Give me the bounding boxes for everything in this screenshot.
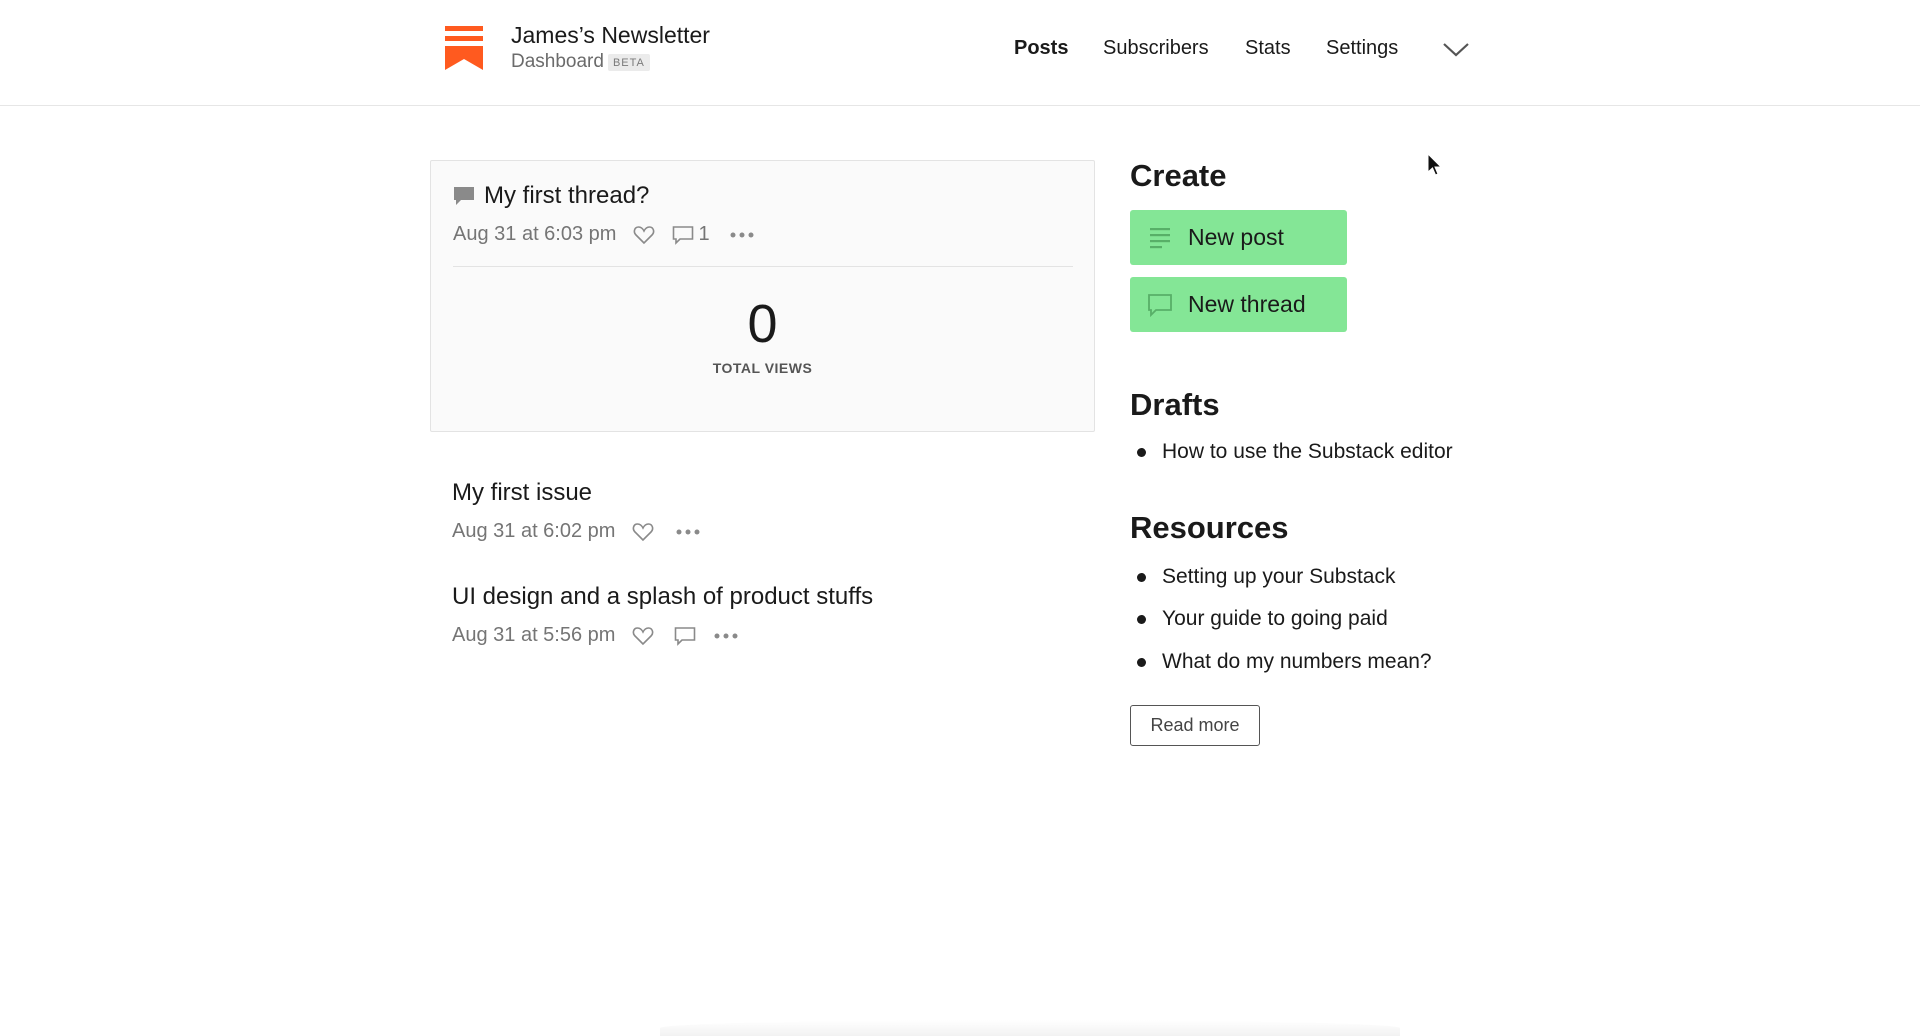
thread-bubble-icon [454,187,474,205]
comment-icon[interactable] [674,626,696,646]
heart-icon[interactable] [632,522,654,542]
bottom-shadow [660,1020,1400,1036]
bullet-icon [1137,657,1146,667]
create-heading: Create [1130,158,1227,193]
comment-count: 1 [698,223,710,245]
post-title[interactable]: My first issue [452,479,592,507]
thread-card[interactable]: My first thread? Aug 31 at 6:03 pm 1 0 T… [430,160,1095,432]
resources-heading: Resources [1130,510,1289,545]
draft-item[interactable]: How to use the Substack editor [1137,440,1453,464]
nav-subscribers[interactable]: Subscribers [1103,37,1209,60]
new-thread-label: New thread [1188,291,1306,317]
drafts-heading: Drafts [1130,387,1220,422]
mouse-cursor-icon [1427,153,1443,176]
nav-settings[interactable]: Settings [1326,37,1398,60]
card-divider [453,266,1073,267]
top-header: James’s Newsletter Dashboard BETA Posts … [0,0,1920,106]
new-post-label: New post [1188,224,1284,250]
bullet-icon [1137,447,1146,457]
heart-icon[interactable] [632,626,654,646]
lines-icon [1147,225,1173,251]
total-views-count: 0 [747,294,778,354]
read-more-button[interactable]: Read more [1130,705,1260,746]
post-meta: Aug 31 at 5:56 pm [452,624,738,647]
thread-date: Aug 31 at 6:03 pm [453,223,617,245]
nav-posts[interactable]: Posts [1014,37,1068,60]
beta-badge: BETA [607,53,650,71]
substack-logo-icon[interactable] [445,26,483,70]
dashboard-label: Dashboard [511,51,604,72]
post-title[interactable]: UI design and a splash of product stuffs [452,583,873,611]
more-options-icon[interactable] [714,632,738,640]
bullet-icon [1137,572,1146,582]
heart-icon[interactable] [633,225,655,245]
new-thread-button[interactable]: New thread [1130,277,1347,332]
resource-item[interactable]: Your guide to going paid [1137,607,1388,631]
chevron-down-icon[interactable] [1442,38,1470,60]
more-options-icon[interactable] [676,528,700,536]
newsletter-name[interactable]: James’s Newsletter [511,22,710,49]
nav-stats[interactable]: Stats [1245,37,1291,60]
resource-item-label: Setting up your Substack [1162,565,1396,588]
more-options-icon[interactable] [730,231,754,239]
post-meta: Aug 31 at 6:02 pm [452,520,700,543]
resource-item-label: What do my numbers mean? [1162,650,1432,673]
resource-item[interactable]: Setting up your Substack [1137,565,1395,589]
resource-item[interactable]: What do my numbers mean? [1137,650,1432,674]
thread-title-row: My first thread? [453,182,649,210]
post-date: Aug 31 at 5:56 pm [452,624,616,646]
total-views-label: TOTAL VIEWS [712,360,813,376]
post-date: Aug 31 at 6:02 pm [452,520,616,542]
resource-item-label: Your guide to going paid [1162,607,1388,630]
speech-bubble-icon [1147,292,1173,318]
comment-icon[interactable] [672,225,694,245]
dashboard-subtitle: Dashboard BETA [511,51,650,73]
thread-meta: Aug 31 at 6:03 pm 1 [453,223,754,246]
new-post-button[interactable]: New post [1130,210,1347,265]
bullet-icon [1137,614,1146,624]
draft-item-label: How to use the Substack editor [1162,440,1453,463]
thread-title[interactable]: My first thread? [484,182,649,210]
